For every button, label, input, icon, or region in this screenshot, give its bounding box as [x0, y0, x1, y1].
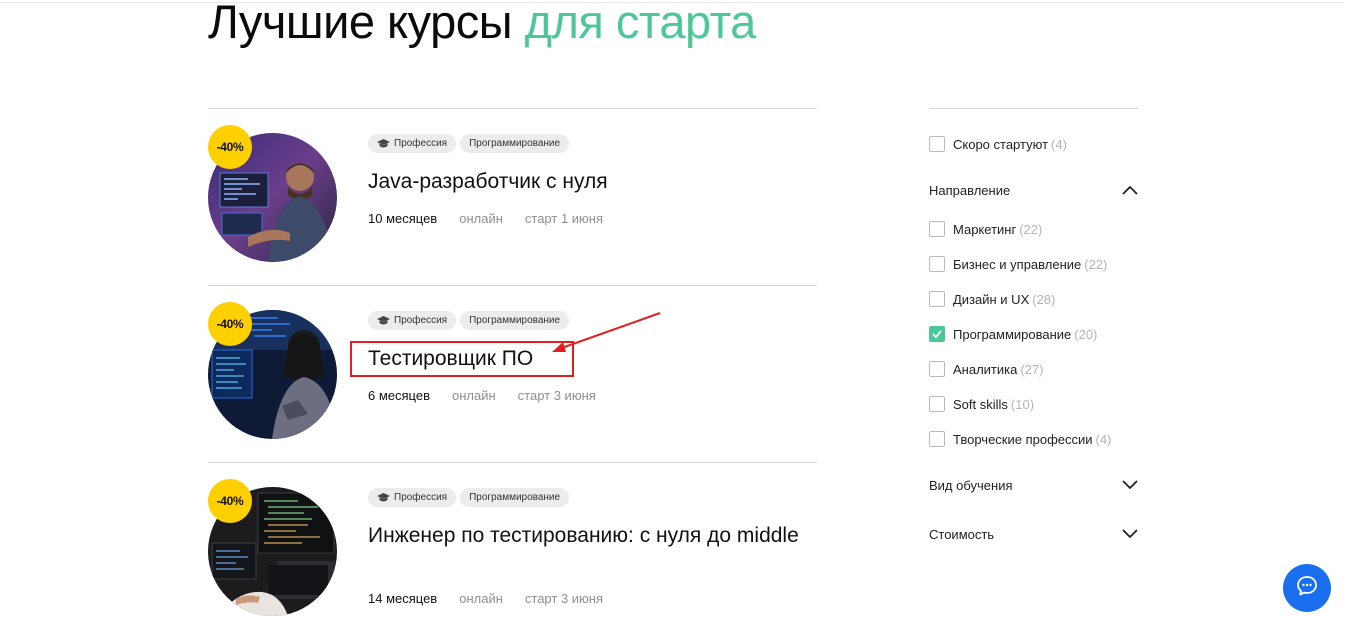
- filter-label: Творческие профессии: [953, 431, 1093, 447]
- filter-count: (22): [1019, 221, 1043, 237]
- filter-soft-skills[interactable]: Soft skills (10): [929, 396, 1034, 412]
- course-meta: 6 месяцев онлайн старт 3 июня: [368, 388, 596, 403]
- tag-profession[interactable]: Профессия: [368, 488, 457, 507]
- checkbox[interactable]: [929, 256, 945, 272]
- course-duration: 6 месяцев: [368, 388, 430, 403]
- filter-count: (27): [1020, 361, 1044, 377]
- course-start: старт 3 июня: [517, 388, 596, 403]
- filter-label: Маркетинг: [953, 221, 1017, 237]
- course-tags: Профессия Программирование: [368, 488, 570, 507]
- checkbox[interactable]: [929, 396, 945, 412]
- annotation-highlight-box: [350, 341, 574, 377]
- filter-label: Бизнес и управление: [953, 256, 1082, 272]
- course-duration: 14 месяцев: [368, 591, 438, 606]
- tag-programming[interactable]: Программирование: [460, 311, 570, 330]
- graduation-cap-icon: [377, 138, 390, 149]
- tag-label: Профессия: [394, 315, 448, 326]
- filter-count: (22): [1084, 256, 1108, 272]
- chevron-down-icon[interactable]: [1122, 527, 1138, 542]
- filter-count: (4): [1051, 136, 1067, 152]
- page-title-main: Лучшие курсы: [208, 0, 513, 48]
- discount-badge: -40%: [208, 479, 252, 523]
- discount-badge: -40%: [208, 125, 252, 169]
- filter-label: Soft skills: [953, 396, 1008, 412]
- course-format: онлайн: [452, 388, 496, 403]
- section-title: Вид обучения: [929, 478, 1013, 493]
- course-title[interactable]: Java-разработчик с нуля: [368, 168, 808, 195]
- tag-label: Профессия: [394, 138, 448, 149]
- filter-count: (20): [1074, 326, 1098, 342]
- checkbox[interactable]: [929, 221, 945, 237]
- course-format: онлайн: [459, 211, 503, 226]
- course-title[interactable]: Инженер по тестированию: с нуля до middl…: [368, 522, 808, 549]
- section-title: Стоимость: [929, 527, 995, 542]
- course-meta: 14 месяцев онлайн старт 3 июня: [368, 591, 603, 606]
- section-title: Направление: [929, 183, 1011, 198]
- graduation-cap-icon: [377, 492, 390, 503]
- course-duration: 10 месяцев: [368, 211, 438, 226]
- filter-label: Аналитика: [953, 361, 1018, 377]
- course-tags: Профессия Программирование: [368, 311, 570, 330]
- filter-label: Скоро стартуют: [953, 136, 1049, 152]
- filter-creative[interactable]: Творческие профессии (4): [929, 431, 1111, 447]
- course-card-java[interactable]: -40% Профессия Программирование Java-раз…: [208, 108, 817, 285]
- checkbox[interactable]: [929, 361, 945, 377]
- filter-label: Программирование: [953, 326, 1072, 342]
- checkbox-checked[interactable]: [929, 326, 945, 342]
- graduation-cap-icon: [377, 315, 390, 326]
- filter-section-study-type[interactable]: Вид обучения: [929, 478, 1138, 493]
- filter-design[interactable]: Дизайн и UX (28): [929, 291, 1055, 307]
- filter-marketing[interactable]: Маркетинг (22): [929, 221, 1042, 237]
- course-tags: Профессия Программирование: [368, 134, 570, 153]
- checkbox[interactable]: [929, 431, 945, 447]
- chevron-up-icon[interactable]: [1122, 183, 1138, 198]
- filter-business[interactable]: Бизнес и управление (22): [929, 256, 1107, 272]
- checkbox[interactable]: [929, 136, 945, 152]
- course-format: онлайн: [459, 591, 503, 606]
- filter-programming[interactable]: Программирование (20): [929, 326, 1097, 342]
- filter-count: (28): [1032, 291, 1056, 307]
- tag-profession[interactable]: Профессия: [368, 311, 457, 330]
- chat-bubble-icon: [1295, 574, 1319, 603]
- chat-button[interactable]: [1283, 564, 1331, 612]
- checkmark-icon: [932, 330, 942, 338]
- filter-count: (10): [1010, 396, 1035, 412]
- course-card-test-engineer[interactable]: -40% Профессия Программирование Инженер …: [208, 462, 817, 618]
- page-title: Лучшие курсы для старта: [208, 0, 756, 49]
- tag-label: Профессия: [394, 492, 448, 503]
- checkbox[interactable]: [929, 291, 945, 307]
- filter-section-price[interactable]: Стоимость: [929, 527, 1138, 542]
- filter-count: (4): [1095, 431, 1112, 447]
- filter-soon-starting[interactable]: Скоро стартуют (4): [929, 136, 1067, 152]
- filter-label: Дизайн и UX: [953, 291, 1030, 307]
- tag-profession[interactable]: Профессия: [368, 134, 457, 153]
- course-meta: 10 месяцев онлайн старт 1 июня: [368, 211, 603, 226]
- tag-programming[interactable]: Программирование: [460, 488, 570, 507]
- filter-section-direction[interactable]: Направление: [929, 183, 1138, 198]
- tag-programming[interactable]: Программирование: [460, 134, 570, 153]
- course-start: старт 3 июня: [524, 591, 604, 606]
- page-title-accent: для старта: [524, 0, 757, 48]
- filter-analytics[interactable]: Аналитика (27): [929, 361, 1043, 377]
- discount-badge: -40%: [208, 302, 252, 346]
- course-start: старт 1 июня: [524, 211, 604, 226]
- filter-sidebar: Скоро стартуют (4) Направление Маркетинг…: [929, 108, 1138, 542]
- chevron-down-icon[interactable]: [1122, 478, 1138, 493]
